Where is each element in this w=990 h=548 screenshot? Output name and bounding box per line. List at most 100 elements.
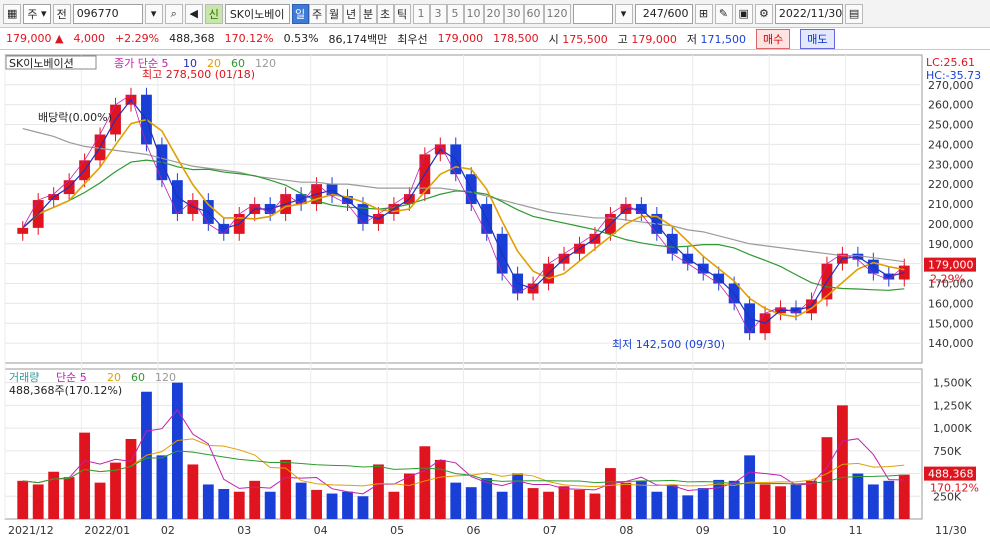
candle-body	[17, 227, 29, 234]
volume-bar	[233, 491, 245, 519]
interval-buttons: 1 3 5 10 20 30 60 120	[412, 3, 571, 24]
price-tick-label: 200,000	[928, 218, 974, 231]
data-count-value: 247/600	[642, 7, 689, 20]
stock-code-input[interactable]: 096770	[72, 3, 143, 24]
volume-tick-label: 750K	[933, 445, 962, 458]
market-select[interactable]: 주 ▾	[23, 3, 51, 24]
volume-bar	[295, 482, 307, 519]
price-tick-label: 230,000	[928, 158, 974, 171]
volume-bar	[373, 464, 384, 519]
volume-bar	[326, 493, 338, 519]
high-price: 고 179,000	[618, 31, 677, 47]
interval-button-60[interactable]: 60	[523, 3, 544, 24]
interval-button-20[interactable]: 20	[483, 3, 504, 24]
volume-tick-label: 1,250K	[933, 399, 972, 412]
chart-type-icon[interactable]: ▦	[3, 3, 22, 24]
trade-amount: 86,174백만	[328, 32, 388, 46]
x-tick-label: 09	[696, 524, 710, 537]
volume-bar	[744, 455, 756, 519]
quote-bar: 179,000 ▲ 4,000 +2.29% 488,368 170.12% 0…	[0, 28, 990, 50]
credit-badge[interactable]: 신	[204, 3, 223, 24]
price-volume-chart[interactable]: 140,000150,000160,000170,000180,000190,0…	[0, 51, 990, 545]
price-tick-label: 160,000	[928, 297, 974, 310]
period-tab-3[interactable]: 년	[342, 3, 360, 24]
x-tick-label: 02	[161, 524, 175, 537]
interval-input[interactable]	[572, 3, 613, 24]
hc-label: HC:-35.73	[926, 69, 981, 82]
low-price: 저 171,500	[687, 31, 746, 47]
period-tab-2[interactable]: 월	[325, 3, 343, 24]
x-tick-label: 2021/12	[8, 524, 54, 537]
volume-bar	[311, 489, 322, 519]
volume-bar	[836, 405, 848, 519]
indicator-icon[interactable]: ⊞	[694, 3, 713, 24]
interval-button-1[interactable]: 1	[412, 3, 430, 24]
calendar-icon[interactable]: ▤	[844, 3, 864, 24]
interval-button-30[interactable]: 30	[503, 3, 524, 24]
stock-name: SK이노베이	[224, 3, 290, 24]
volume-bar	[620, 482, 632, 519]
sell-order-button[interactable]: 매도	[800, 28, 835, 49]
period-tab-5[interactable]: 초	[376, 3, 394, 24]
chart-toolbar: ▦ 주 ▾ 전 096770 ▾ ⌕ ◀ 신 SK이노베이 일주월년분초틱 13…	[0, 0, 990, 28]
volume-bar	[775, 486, 786, 519]
volume-bar	[635, 480, 647, 519]
volume-bar	[403, 473, 415, 519]
interval-button-3[interactable]: 3	[429, 3, 447, 24]
market-mode-button[interactable]: 전	[52, 3, 71, 24]
volume-legend-ma-120: 120	[155, 371, 176, 384]
period-tab-1[interactable]: 주	[308, 3, 326, 24]
volume-bar	[156, 455, 168, 519]
settings-gear-icon[interactable]: ⚙	[754, 3, 773, 24]
chart-area[interactable]: 140,000150,000160,000170,000180,000190,0…	[0, 51, 990, 545]
current-price: 179,000 ▲	[6, 32, 63, 45]
high-marker-label: 최고 278,500 (01/18)	[142, 68, 255, 81]
open-price: 시 175,500	[549, 31, 608, 47]
interval-button-5[interactable]: 5	[446, 3, 464, 24]
volume-ratio: 170.12%	[224, 32, 274, 45]
dividend-marker-label: 배당락(0.00%)	[38, 111, 112, 124]
x-tick-label: 08	[619, 524, 633, 537]
open-value: 175,500	[562, 32, 608, 46]
price-tick-label: 190,000	[928, 238, 974, 251]
volume-bar	[125, 439, 137, 519]
interval-button-120[interactable]: 120	[543, 3, 571, 24]
price-legend-name: SK이노베이션	[9, 57, 74, 70]
tools-icon[interactable]: ✎	[714, 3, 733, 24]
price-tick-label: 150,000	[928, 317, 974, 330]
low-label: 저	[686, 32, 698, 46]
interval-dropdown-icon[interactable]: ▾	[614, 3, 633, 24]
last-rate-tag-text: 2.29%	[930, 273, 965, 286]
period-tab-0[interactable]: 일	[291, 3, 309, 24]
volume-bar	[63, 477, 75, 519]
save-icon[interactable]: ▣	[734, 3, 753, 24]
volume-bar	[79, 432, 91, 519]
market-select-value: 주	[27, 7, 38, 21]
best-bid: 178,500	[493, 32, 539, 45]
interval-button-10[interactable]: 10	[463, 3, 484, 24]
volume-bar	[249, 480, 261, 519]
volume-bar	[666, 484, 678, 519]
x-tick-label: 07	[543, 524, 557, 537]
x-tick-label: 05	[390, 524, 404, 537]
low-marker-label: 최저 142,500 (09/30)	[612, 338, 725, 351]
best-quote-label: 최우선	[397, 32, 428, 46]
current-price-value: 179,000	[6, 32, 52, 45]
buy-order-button[interactable]: 매수	[756, 28, 791, 49]
code-dropdown-icon[interactable]: ▾	[144, 3, 163, 24]
speaker-icon[interactable]: ◀	[184, 3, 203, 24]
price-tick-label: 140,000	[928, 337, 974, 350]
stock-code-value: 096770	[76, 7, 119, 20]
volume-tick-label: 1,000K	[933, 422, 972, 435]
volume-bar	[883, 480, 895, 519]
price-tick-label: 250,000	[928, 119, 974, 132]
x-tick-label: 11	[849, 524, 863, 537]
data-count-input[interactable]: 247/600	[634, 3, 693, 24]
price-tick-label: 260,000	[928, 99, 974, 112]
period-tab-4[interactable]: 분	[359, 3, 377, 24]
x-tick-label: 2022/01	[84, 524, 130, 537]
search-icon[interactable]: ⌕	[164, 3, 183, 24]
date-input[interactable]: 2022/11/30	[774, 3, 843, 24]
volume-bar	[589, 493, 601, 519]
period-tab-6[interactable]: 틱	[393, 3, 411, 24]
